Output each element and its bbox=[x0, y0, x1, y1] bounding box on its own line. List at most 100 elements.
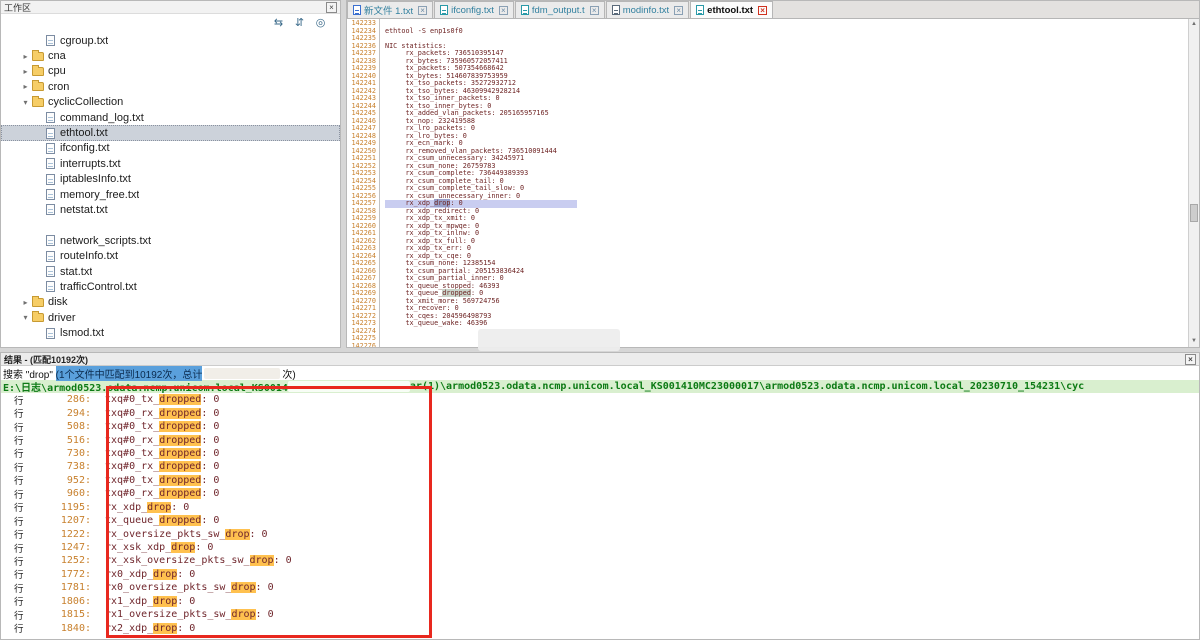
search-result-row[interactable]: 行1815:rx1_oversize_pkts_sw_drop: 0 bbox=[1, 608, 1199, 621]
tab-新文件 1.txt[interactable]: 新文件 1.txt× bbox=[347, 1, 433, 18]
code-line: tx_csum_partial: 205153836424 bbox=[385, 268, 1188, 276]
tab-close-icon[interactable]: × bbox=[418, 6, 427, 15]
locate-file-icon[interactable]: ◎ bbox=[313, 16, 328, 31]
search-result-row[interactable]: 行508:txq#0_tx_dropped: 0 bbox=[1, 420, 1199, 433]
search-match: dropped bbox=[159, 394, 201, 405]
search-result-row[interactable]: 行1781:rx0_oversize_pkts_sw_drop: 0 bbox=[1, 581, 1199, 594]
file-tree: cgroup.txt ▸ cna ▸cpu▸cron▾cyclicCollection… bbox=[1, 33, 340, 347]
tree-item-netstat.txt[interactable]: netstat.txt bbox=[1, 202, 340, 217]
file-path-right: ar(1)\armod0523.odata.ncmp.unicom.local_… bbox=[410, 381, 1084, 392]
chevron-right-icon[interactable]: ▸ bbox=[19, 82, 32, 91]
tree-item-ethtool.txt[interactable]: ethtool.txt bbox=[1, 125, 340, 140]
chevron-right-icon[interactable]: ▸ bbox=[19, 67, 32, 76]
tab-fdm_output.t[interactable]: fdm_output.t× bbox=[515, 1, 605, 18]
search-result-row[interactable]: 行1252:rx_xsk_oversize_pkts_sw_drop: 0 bbox=[1, 554, 1199, 567]
search-match: drop bbox=[225, 529, 249, 540]
search-match: dropped bbox=[159, 421, 201, 432]
result-file-path[interactable]: E:\日志\armod0523.odata.ncmp.unicom.local_… bbox=[1, 380, 1199, 393]
tree-item-network_scripts.txt[interactable]: network_scripts.txt bbox=[1, 233, 340, 248]
line-word-label: 行 bbox=[1, 460, 25, 474]
tree-item-label: ethtool.txt bbox=[60, 127, 108, 139]
tree-item-cna[interactable]: ▸ cna bbox=[1, 48, 340, 63]
workspace-close-icon[interactable]: × bbox=[326, 2, 337, 13]
line-word-label: 行 bbox=[1, 527, 25, 541]
tab-ethtool.txt[interactable]: ethtool.txt× bbox=[690, 1, 773, 18]
tree-item-routeInfo.txt[interactable]: routeInfo.txt bbox=[1, 248, 340, 263]
chevron-right-icon[interactable]: ▸ bbox=[19, 52, 32, 61]
file-icon bbox=[46, 204, 55, 215]
tree-item-stat.txt[interactable]: stat.txt bbox=[1, 264, 340, 279]
tree-item-cpu[interactable]: ▸cpu bbox=[1, 64, 340, 79]
tree-item-label: network_scripts.txt bbox=[60, 235, 151, 247]
tab-close-icon[interactable]: × bbox=[674, 6, 683, 15]
search-result-row[interactable]: 行1772:rx0_xdp_drop: 0 bbox=[1, 568, 1199, 581]
search-result-row[interactable]: 行1222:rx_oversize_pkts_sw_drop: 0 bbox=[1, 527, 1199, 540]
tree-item-ifconfig.txt[interactable]: ifconfig.txt bbox=[1, 141, 340, 156]
chevron-down-icon[interactable]: ▾ bbox=[19, 98, 32, 107]
result-line-number: 516: bbox=[25, 435, 91, 446]
tree-item-lsmod.txt[interactable]: lsmod.txt bbox=[1, 325, 340, 340]
search-result-row[interactable]: 行516:txq#0_rx_dropped: 0 bbox=[1, 433, 1199, 446]
search-result-row[interactable]: 行738:txq#0_rx_dropped: 0 bbox=[1, 460, 1199, 473]
tree-item-cgroup.txt[interactable]: cgroup.txt bbox=[1, 33, 340, 48]
chevron-down-icon[interactable]: ▾ bbox=[19, 313, 32, 322]
file-icon bbox=[46, 128, 55, 139]
tab-close-icon[interactable]: × bbox=[499, 6, 508, 15]
search-result-row[interactable]: 行952:txq#0_tx_dropped: 0 bbox=[1, 474, 1199, 487]
workspace-toolbar: ⇆ ⇵ ◎ bbox=[1, 14, 340, 33]
scroll-up-icon[interactable]: ▲ bbox=[1189, 19, 1199, 30]
document-icon bbox=[521, 5, 529, 15]
search-match: drop bbox=[147, 502, 171, 513]
code-line: tx_nop: 232419588 bbox=[385, 118, 1188, 126]
tree-item-cyclicCollection[interactable]: ▾cyclicCollection bbox=[1, 95, 340, 110]
tree-item-iptablesInfo.txt[interactable]: iptablesInfo.txt bbox=[1, 172, 340, 187]
result-text: txq#0_tx_dropped: 0 bbox=[105, 448, 219, 459]
search-result-row[interactable]: 行960:txq#0_rx_dropped: 0 bbox=[1, 487, 1199, 500]
editor-vertical-scrollbar[interactable]: ▲ ▼ bbox=[1188, 19, 1199, 347]
tree-item-disk[interactable]: ▸disk bbox=[1, 295, 340, 310]
tree-item-label: trafficControl.txt bbox=[60, 281, 137, 293]
result-text: txq#0_tx_dropped: 0 bbox=[105, 394, 219, 405]
line-word-label: 行 bbox=[1, 446, 25, 460]
search-match: drop bbox=[153, 569, 177, 580]
chevron-right-icon[interactable]: ▸ bbox=[19, 298, 32, 307]
folder-icon bbox=[32, 298, 44, 307]
tree-item-label: cna bbox=[48, 50, 66, 62]
search-result-row[interactable]: 行1806:rx1_xdp_drop: 0 bbox=[1, 595, 1199, 608]
tree-item-command_log.txt[interactable]: command_log.txt bbox=[1, 110, 340, 125]
result-text-post: : 0 bbox=[274, 555, 292, 566]
tab-close-icon[interactable]: × bbox=[758, 6, 767, 15]
tree-item-memory_free.txt[interactable]: memory_free.txt bbox=[1, 187, 340, 202]
sync-folders-icon[interactable]: ⇆ bbox=[271, 16, 286, 31]
result-text-post: : 0 bbox=[201, 475, 219, 486]
code-area[interactable]: ethtool -S enp1s0f0NIC statistics: rx_pa… bbox=[380, 19, 1188, 347]
tab-modinfo.txt[interactable]: modinfo.txt× bbox=[606, 1, 689, 18]
result-line-number: 960: bbox=[25, 488, 91, 499]
search-result-row[interactable]: 行286:txq#0_tx_dropped: 0 bbox=[1, 393, 1199, 406]
tree-item-trafficControl.txt[interactable]: trafficControl.txt bbox=[1, 279, 340, 294]
search-result-row[interactable]: 行294:txq#0_rx_dropped: 0 bbox=[1, 406, 1199, 419]
search-result-row[interactable]: 行1207:tx_queue_dropped: 0 bbox=[1, 514, 1199, 527]
search-result-row[interactable]: 行1247:rx_xsk_xdp_drop: 0 bbox=[1, 541, 1199, 554]
results-close-icon[interactable]: × bbox=[1185, 354, 1196, 365]
scrollbar-thumb[interactable] bbox=[1190, 204, 1198, 222]
search-result-row[interactable]: 行1840:rx2_xdp_drop: 0 bbox=[1, 621, 1199, 634]
code-line: rx_bytes: 735960572057411 bbox=[385, 58, 1188, 66]
search-result-row[interactable]: 行1195:rx_xdp_drop: 0 bbox=[1, 501, 1199, 514]
result-text-post: : 0 bbox=[201, 421, 219, 432]
search-result-row[interactable]: 行730:txq#0_tx_dropped: 0 bbox=[1, 447, 1199, 460]
tree-item-driver[interactable]: ▾driver bbox=[1, 310, 340, 325]
tab-ifconfig.txt[interactable]: ifconfig.txt× bbox=[434, 1, 514, 18]
tab-close-icon[interactable]: × bbox=[590, 6, 599, 15]
workspace-titlebar: 工作区 × bbox=[1, 1, 340, 14]
refresh-tree-icon[interactable]: ⇵ bbox=[292, 16, 307, 31]
result-text: rx_xsk_oversize_pkts_sw_drop: 0 bbox=[105, 555, 292, 566]
tree-item-interrupts.txt[interactable]: interrupts.txt bbox=[1, 156, 340, 171]
editor-view[interactable]: 1422331422341422351422361422371422381422… bbox=[347, 19, 1188, 347]
result-line-number: 738: bbox=[25, 461, 91, 472]
scroll-down-icon[interactable]: ▼ bbox=[1189, 336, 1199, 347]
result-line-number: 1772: bbox=[25, 569, 91, 580]
tree-item-cron[interactable]: ▸cron bbox=[1, 79, 340, 94]
result-text-post: : 0 bbox=[201, 435, 219, 446]
tree-item-redacted[interactable] bbox=[1, 218, 340, 233]
